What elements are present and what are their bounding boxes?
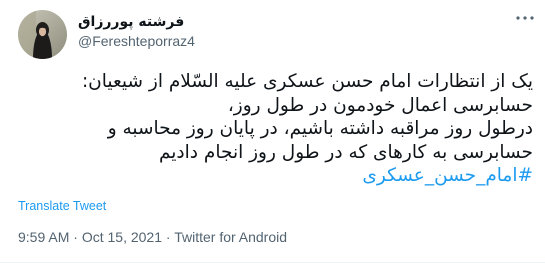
tweet-line-2: حسابرسی اعمال خودمون در طول روز، bbox=[227, 94, 533, 116]
author-names: فرشته پوررزاق @Fereshteporraz4 bbox=[78, 13, 195, 50]
tweet-meta: 9:59 AM · Oct 15, 2021 · Twitter for And… bbox=[18, 229, 287, 245]
meta-separator: · bbox=[162, 229, 175, 245]
translate-tweet-link[interactable]: Translate Tweet bbox=[18, 199, 106, 213]
tweet-line-1: یک از انتظارات امام حسن عسکری علیه السّل… bbox=[81, 71, 533, 92]
tweet-line-4: حسابرسی به کارهای که در طول روز انجام دا… bbox=[158, 141, 533, 163]
meta-separator: · bbox=[69, 229, 82, 245]
more-options-icon[interactable] bbox=[513, 10, 537, 26]
tweet-date[interactable]: Oct 15, 2021 bbox=[82, 229, 162, 245]
avatar[interactable] bbox=[18, 10, 67, 59]
hashtag-link[interactable]: #امام_حسن_عسکری bbox=[14, 164, 533, 188]
tweet-header: فرشته پوررزاق @Fereshteporraz4 bbox=[18, 10, 195, 59]
author-display-name[interactable]: فرشته پوررزاق bbox=[78, 13, 195, 31]
tweet-time[interactable]: 9:59 AM bbox=[18, 229, 69, 245]
author-handle[interactable]: @Fereshteporraz4 bbox=[78, 32, 195, 50]
more-dots-icon bbox=[516, 16, 534, 20]
tweet-text: یک از انتظارات امام حسن عسکری علیه السّل… bbox=[14, 70, 533, 188]
tweet-card: فرشته پوررزاق @Fereshteporraz4 یک از انت… bbox=[0, 0, 545, 263]
tweet-line-3: درطول روز مراقبه داشته باشیم، در پایان ر… bbox=[107, 118, 533, 139]
tweet-source[interactable]: Twitter for Android bbox=[174, 229, 287, 245]
avatar-image bbox=[18, 10, 67, 59]
